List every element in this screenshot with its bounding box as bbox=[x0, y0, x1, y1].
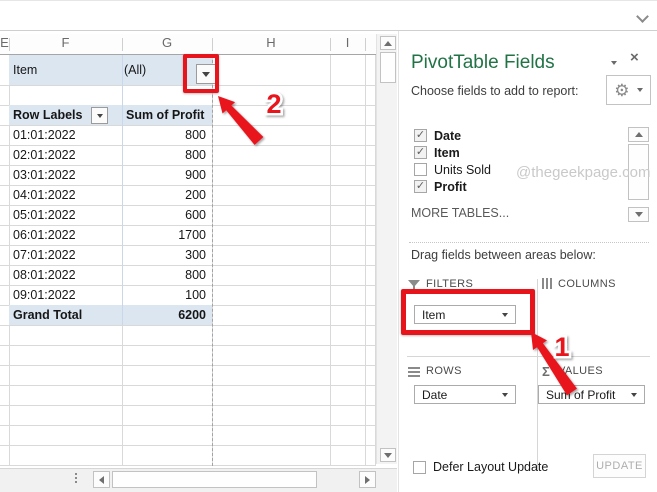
filter-funnel-icon bbox=[408, 280, 420, 287]
dropdown-arrow-icon bbox=[631, 393, 637, 397]
arrow-down-icon bbox=[635, 212, 643, 217]
row-labels-dropdown-button[interactable] bbox=[91, 107, 108, 124]
column-header-e[interactable]: E bbox=[0, 34, 9, 52]
pivot-filter-row[interactable]: Item (All) bbox=[9, 55, 212, 85]
fields-scroll-up-button[interactable] bbox=[628, 127, 649, 142]
tools-button[interactable]: ⚙ bbox=[606, 75, 651, 105]
annotation-box-step2 bbox=[183, 54, 219, 93]
values-area-label: VALUES bbox=[558, 365, 603, 377]
gridline bbox=[0, 465, 376, 466]
dropdown-arrow-icon bbox=[502, 393, 508, 397]
field-item-units-sold[interactable]: Units Sold bbox=[414, 161, 491, 178]
pane-title: PivotTable Fields bbox=[411, 52, 555, 74]
column-header-h[interactable]: H bbox=[212, 34, 330, 52]
vertical-scrollbar[interactable] bbox=[376, 34, 397, 464]
arrow-down-icon bbox=[384, 453, 392, 458]
field-item-profit[interactable]: ✓ Profit bbox=[414, 178, 467, 195]
dropdown-arrow-icon bbox=[611, 61, 617, 65]
pivot-filter-field-cell[interactable]: Item bbox=[13, 55, 37, 85]
pivot-filter-value-cell[interactable]: (All) bbox=[124, 55, 146, 85]
pivot-header-row[interactable]: Row Labels Sum of Profit bbox=[9, 105, 212, 125]
rows-area-field-item[interactable]: Date bbox=[414, 385, 516, 404]
spreadsheet-grid[interactable]: E F G H I Item (All) Row Labels Sum of P… bbox=[0, 31, 397, 468]
scroll-left-button[interactable] bbox=[93, 471, 110, 488]
update-button[interactable]: UPDATE bbox=[593, 454, 646, 478]
header-separator bbox=[9, 38, 10, 51]
header-separator bbox=[212, 38, 213, 51]
choose-fields-label: Choose fields to add to report: bbox=[411, 84, 578, 98]
horizontal-scrollbar-thumb[interactable] bbox=[112, 471, 317, 488]
table-row[interactable]: 03:01:2022900 bbox=[9, 165, 212, 185]
rows-icon bbox=[408, 367, 420, 377]
checkbox-checked[interactable]: ✓ bbox=[414, 180, 427, 193]
grand-total-row[interactable]: Grand Total 6200 bbox=[9, 305, 212, 325]
table-row[interactable]: 04:01:2022200 bbox=[9, 185, 212, 205]
gridline bbox=[122, 55, 123, 325]
table-row[interactable]: 05:01:2022600 bbox=[9, 205, 212, 225]
annotation-box-step1 bbox=[401, 289, 535, 335]
pane-options-button[interactable] bbox=[611, 61, 617, 65]
table-row[interactable]: 09:01:2022100 bbox=[9, 285, 212, 305]
watermark: @thegeekpage.com bbox=[516, 164, 650, 181]
pivottable-fields-pane: PivotTable Fields × Choose fields to add… bbox=[398, 31, 657, 492]
table-row[interactable]: 06:01:20221700 bbox=[9, 225, 212, 245]
column-header-g[interactable]: G bbox=[122, 34, 212, 52]
table-row[interactable]: 01:01:2022800 bbox=[9, 125, 212, 145]
checkbox-checked[interactable]: ✓ bbox=[414, 146, 427, 159]
column-header-i[interactable]: I bbox=[330, 34, 365, 52]
defer-layout-label: Defer Layout Update bbox=[433, 460, 548, 474]
drag-fields-label: Drag fields between areas below: bbox=[411, 248, 596, 262]
checkbox-checked[interactable]: ✓ bbox=[414, 129, 427, 142]
table-row[interactable]: 02:01:2022800 bbox=[9, 145, 212, 165]
defer-layout-checkbox[interactable] bbox=[413, 461, 426, 474]
gear-icon: ⚙ bbox=[614, 82, 629, 99]
values-area-field-item[interactable]: Sum of Profit bbox=[538, 385, 645, 404]
header-separator bbox=[122, 38, 123, 51]
dropdown-arrow-icon bbox=[637, 88, 643, 92]
formula-bar[interactable] bbox=[0, 0, 657, 31]
columns-area-label: COLUMNS bbox=[558, 278, 616, 290]
scroll-right-button[interactable] bbox=[359, 471, 376, 488]
header-separator bbox=[365, 38, 366, 51]
splitter-handle[interactable] bbox=[75, 473, 77, 475]
row-labels-header[interactable]: Row Labels bbox=[13, 105, 82, 125]
page-break-dashed-line bbox=[212, 55, 213, 466]
table-row[interactable]: 07:01:2022300 bbox=[9, 245, 212, 265]
rows-area-label: ROWS bbox=[426, 365, 462, 377]
values-header[interactable]: Sum of Profit bbox=[126, 105, 204, 125]
dropdown-arrow-icon bbox=[97, 114, 103, 118]
divider bbox=[407, 356, 650, 357]
scroll-down-button[interactable] bbox=[380, 448, 396, 462]
divider bbox=[409, 242, 649, 243]
arrow-up-icon bbox=[635, 132, 643, 137]
chevron-down-icon[interactable] bbox=[636, 10, 649, 23]
arrow-up-icon bbox=[384, 41, 392, 46]
field-item-date[interactable]: ✓ Date bbox=[414, 127, 461, 144]
divider bbox=[537, 279, 538, 471]
arrow-right-icon bbox=[365, 476, 370, 484]
table-row[interactable]: 08:01:2022800 bbox=[9, 265, 212, 285]
checkbox-unchecked[interactable] bbox=[414, 163, 427, 176]
column-header-f[interactable]: F bbox=[9, 34, 122, 52]
close-icon[interactable]: × bbox=[630, 49, 639, 66]
header-separator bbox=[330, 38, 331, 51]
sigma-icon: Σ bbox=[542, 364, 550, 379]
more-tables-link[interactable]: MORE TABLES... bbox=[411, 206, 509, 220]
fields-scroll-down-button[interactable] bbox=[628, 207, 649, 222]
arrow-left-icon bbox=[99, 476, 104, 484]
field-item-item[interactable]: ✓ Item bbox=[414, 144, 460, 161]
scroll-up-button[interactable] bbox=[380, 36, 396, 50]
vertical-scrollbar-thumb[interactable] bbox=[380, 52, 396, 83]
columns-icon bbox=[542, 278, 553, 289]
